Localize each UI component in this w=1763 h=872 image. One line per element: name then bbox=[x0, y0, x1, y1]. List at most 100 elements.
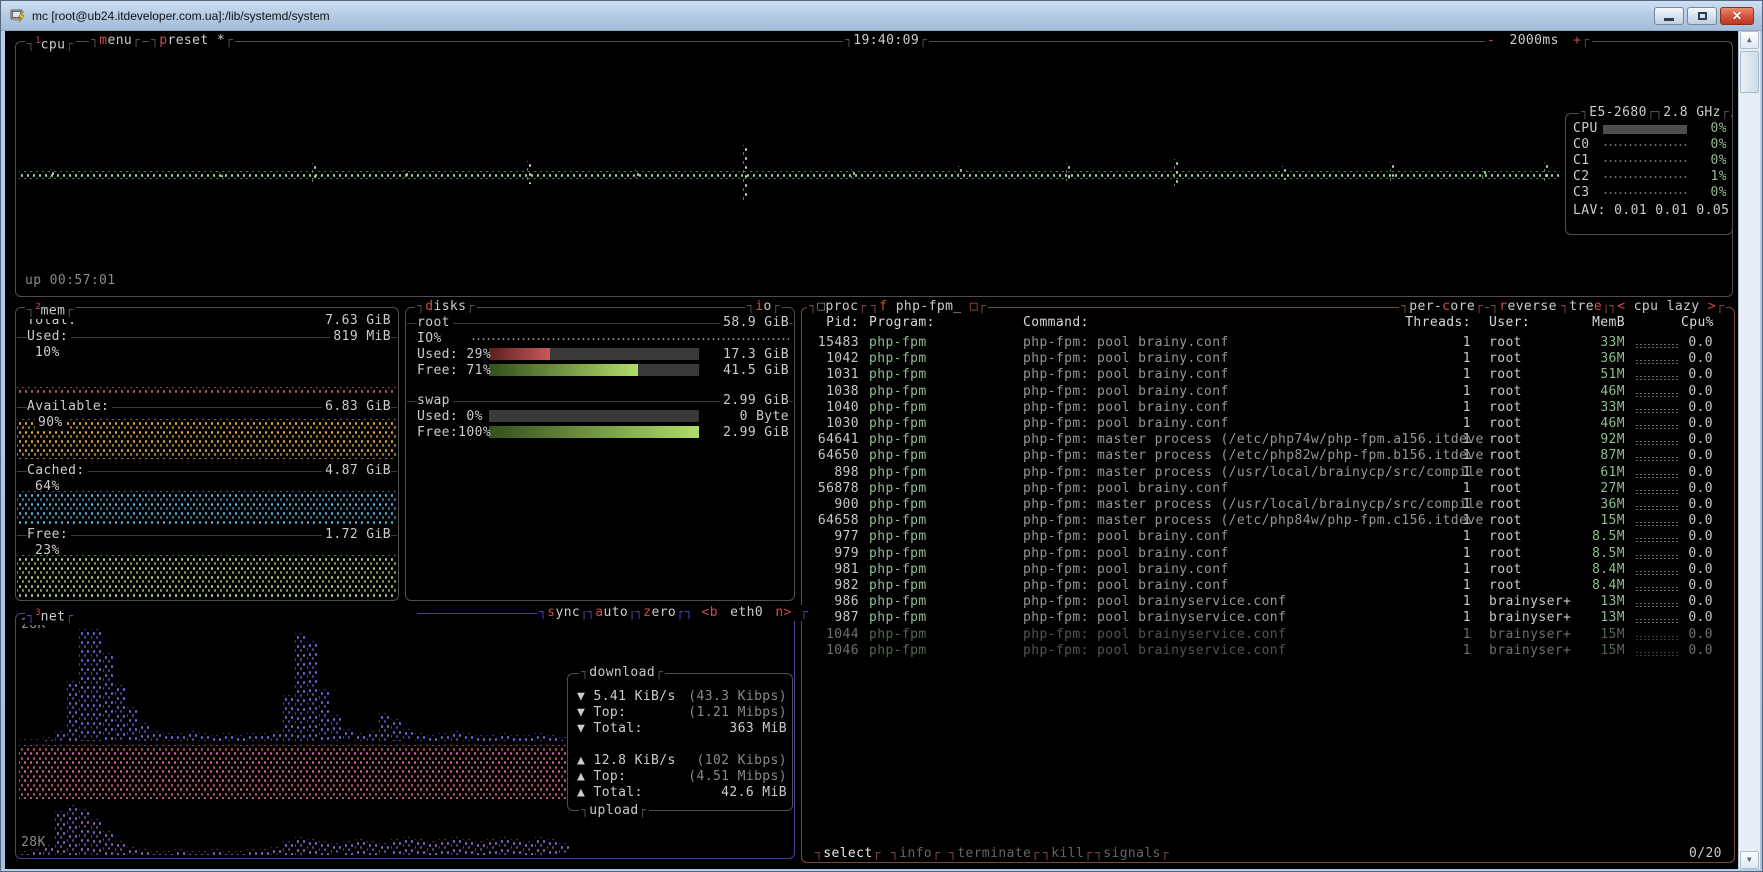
download-total-row: ▼ Total: bbox=[577, 721, 643, 737]
upload-arrow-icon: ▲ bbox=[577, 753, 585, 768]
minimize-button[interactable] bbox=[1654, 7, 1684, 25]
proc-command: php-fpm: pool brainy.conf bbox=[1023, 546, 1229, 562]
proc-cpu: 0.0 bbox=[1681, 335, 1713, 351]
proc-row[interactable]: 1030php-fpmphp-fpm: pool brainy.conf1roo… bbox=[801, 416, 1735, 432]
proc-row[interactable]: 986php-fpmphp-fpm: pool brainyservice.co… bbox=[801, 594, 1735, 610]
proc-mem-minigraph bbox=[1635, 456, 1679, 462]
proc-tree-toggle[interactable]: tree bbox=[1559, 299, 1612, 315]
net-auto-button[interactable]: auto bbox=[585, 605, 638, 621]
proc-user: brainyser+ bbox=[1489, 610, 1571, 626]
graph-column bbox=[319, 841, 329, 855]
tab-proc[interactable]: □proc bbox=[807, 299, 869, 315]
proc-search-input[interactable]: f php-fpm_ □ bbox=[869, 299, 988, 315]
proc-pid: 64658 bbox=[801, 513, 859, 529]
proc-row[interactable]: 64658php-fpmphp-fpm: master process (/et… bbox=[801, 513, 1735, 529]
tab-mem[interactable]: 2mem bbox=[25, 299, 76, 319]
graph-column bbox=[355, 733, 365, 741]
graph-column bbox=[55, 811, 65, 855]
proc-row[interactable]: 1044php-fpmphp-fpm: pool brainyservice.c… bbox=[801, 627, 1735, 643]
graph-column bbox=[475, 735, 485, 741]
scrollbar[interactable]: ▲ ▼ bbox=[1738, 31, 1760, 869]
proc-sort-selector[interactable]: < cpu lazy > bbox=[1607, 299, 1726, 315]
net-zero-button[interactable]: zero bbox=[633, 605, 686, 621]
proc-row[interactable]: 64650php-fpmphp-fpm: master process (/et… bbox=[801, 448, 1735, 464]
proc-row[interactable]: 1040php-fpmphp-fpm: pool brainy.conf1roo… bbox=[801, 400, 1735, 416]
graph-column bbox=[247, 733, 257, 741]
col-pid[interactable]: Pid: bbox=[801, 315, 859, 331]
proc-user: root bbox=[1489, 546, 1522, 562]
proc-pid: 64650 bbox=[801, 448, 859, 464]
col-user[interactable]: User: bbox=[1489, 315, 1530, 331]
scroll-down-icon[interactable]: ▼ bbox=[1740, 851, 1759, 869]
proc-row[interactable]: 900php-fpmphp-fpm: master process (/usr/… bbox=[801, 497, 1735, 513]
net-prev-interface-button[interactable]: <b bbox=[701, 605, 717, 620]
proc-signals-button[interactable]: signals bbox=[1093, 846, 1171, 862]
proc-program: php-fpm bbox=[869, 627, 927, 643]
proc-row[interactable]: 15483php-fpmphp-fpm: pool brainy.conf1ro… bbox=[801, 335, 1735, 351]
graph-column bbox=[175, 733, 185, 741]
proc-row[interactable]: 64641php-fpmphp-fpm: master process (/et… bbox=[801, 432, 1735, 448]
proc-kill-button[interactable]: kill bbox=[1041, 846, 1094, 862]
proc-row[interactable]: 981php-fpmphp-fpm: pool brainy.conf1root… bbox=[801, 562, 1735, 578]
net-upload-graph-band bbox=[19, 745, 567, 799]
tab-disks[interactable]: disks bbox=[415, 299, 477, 315]
scroll-thumb[interactable] bbox=[1740, 51, 1759, 93]
graph-column bbox=[199, 851, 209, 855]
proc-program: php-fpm bbox=[869, 351, 927, 367]
proc-row[interactable]: 1042php-fpmphp-fpm: pool brainy.conf1roo… bbox=[801, 351, 1735, 367]
proc-reverse-toggle[interactable]: reverse bbox=[1489, 299, 1567, 315]
proc-mem-minigraph bbox=[1635, 602, 1679, 608]
proc-pid: 15483 bbox=[801, 335, 859, 351]
proc-pid: 900 bbox=[801, 497, 859, 513]
mem-used-label: Used: bbox=[27, 329, 71, 345]
proc-per-core-toggle[interactable]: per-core bbox=[1399, 299, 1485, 315]
proc-program: php-fpm bbox=[869, 400, 927, 416]
col-mem[interactable]: MemB bbox=[1561, 315, 1625, 331]
proc-row[interactable]: 977php-fpmphp-fpm: pool brainy.conf1root… bbox=[801, 529, 1735, 545]
net-next-interface-button[interactable]: n> bbox=[775, 605, 791, 620]
proc-row[interactable]: 1046php-fpmphp-fpm: pool brainyservice.c… bbox=[801, 643, 1735, 659]
scroll-up-icon[interactable]: ▲ bbox=[1740, 31, 1759, 49]
proc-program: php-fpm bbox=[869, 432, 927, 448]
close-button[interactable]: ✕ bbox=[1720, 7, 1754, 25]
tab-net[interactable]: 3net bbox=[25, 605, 76, 625]
net-sync-button[interactable]: sync bbox=[537, 605, 590, 621]
preset-button[interactable]: preset * bbox=[149, 33, 235, 49]
proc-row[interactable]: 898php-fpmphp-fpm: master process (/usr/… bbox=[801, 465, 1735, 481]
graph-column bbox=[379, 713, 389, 741]
proc-row[interactable]: 982php-fpmphp-fpm: pool brainy.conf1root… bbox=[801, 578, 1735, 594]
maximize-button[interactable] bbox=[1687, 7, 1717, 25]
proc-select-button[interactable]: select bbox=[813, 846, 883, 862]
proc-user: root bbox=[1489, 529, 1522, 545]
disks-io-toggle[interactable]: io bbox=[745, 299, 782, 315]
proc-row[interactable]: 56878php-fpmphp-fpm: pool brainy.conf1ro… bbox=[801, 481, 1735, 497]
graph-column bbox=[547, 839, 557, 855]
proc-row[interactable]: 1038php-fpmphp-fpm: pool brainy.conf1roo… bbox=[801, 384, 1735, 400]
col-program[interactable]: Program: bbox=[869, 315, 935, 331]
tab-cpu[interactable]: 1cpu bbox=[25, 33, 76, 53]
proc-row[interactable]: 987php-fpmphp-fpm: pool brainyservice.co… bbox=[801, 610, 1735, 626]
proc-mem-minigraph bbox=[1635, 618, 1679, 624]
proc-user: root bbox=[1489, 578, 1522, 594]
proc-user: brainyser+ bbox=[1489, 643, 1571, 659]
net-interface-switcher: <b eth0 n> bbox=[683, 605, 810, 621]
col-cpu[interactable]: Cpu% bbox=[1681, 315, 1713, 331]
graph-column bbox=[427, 841, 437, 855]
col-command[interactable]: Command: bbox=[1023, 315, 1089, 331]
col-threads[interactable]: Threads: bbox=[1401, 315, 1471, 331]
interval-decrease-button[interactable]: - bbox=[1487, 33, 1495, 48]
proc-terminate-button[interactable]: terminate bbox=[947, 846, 1042, 862]
proc-row[interactable]: 1031php-fpmphp-fpm: pool brainy.conf1roo… bbox=[801, 367, 1735, 383]
graph-column bbox=[391, 719, 401, 741]
graph-column bbox=[19, 739, 29, 741]
proc-command: php-fpm: pool brainy.conf bbox=[1023, 529, 1229, 545]
menu-button[interactable]: menu bbox=[89, 33, 142, 49]
download-box-title: download bbox=[579, 665, 665, 681]
proc-row[interactable]: 979php-fpmphp-fpm: pool brainy.conf1root… bbox=[801, 546, 1735, 562]
proc-mem: 27M bbox=[1561, 481, 1625, 497]
disk-free-label: Free:100% bbox=[417, 425, 491, 441]
window-titlebar[interactable]: mc [root@ub24.itdeveloper.com.ua]:/lib/s… bbox=[1, 1, 1762, 31]
graph-column bbox=[115, 685, 125, 741]
proc-info-button[interactable]: info bbox=[889, 846, 942, 862]
graph-column bbox=[19, 851, 29, 855]
